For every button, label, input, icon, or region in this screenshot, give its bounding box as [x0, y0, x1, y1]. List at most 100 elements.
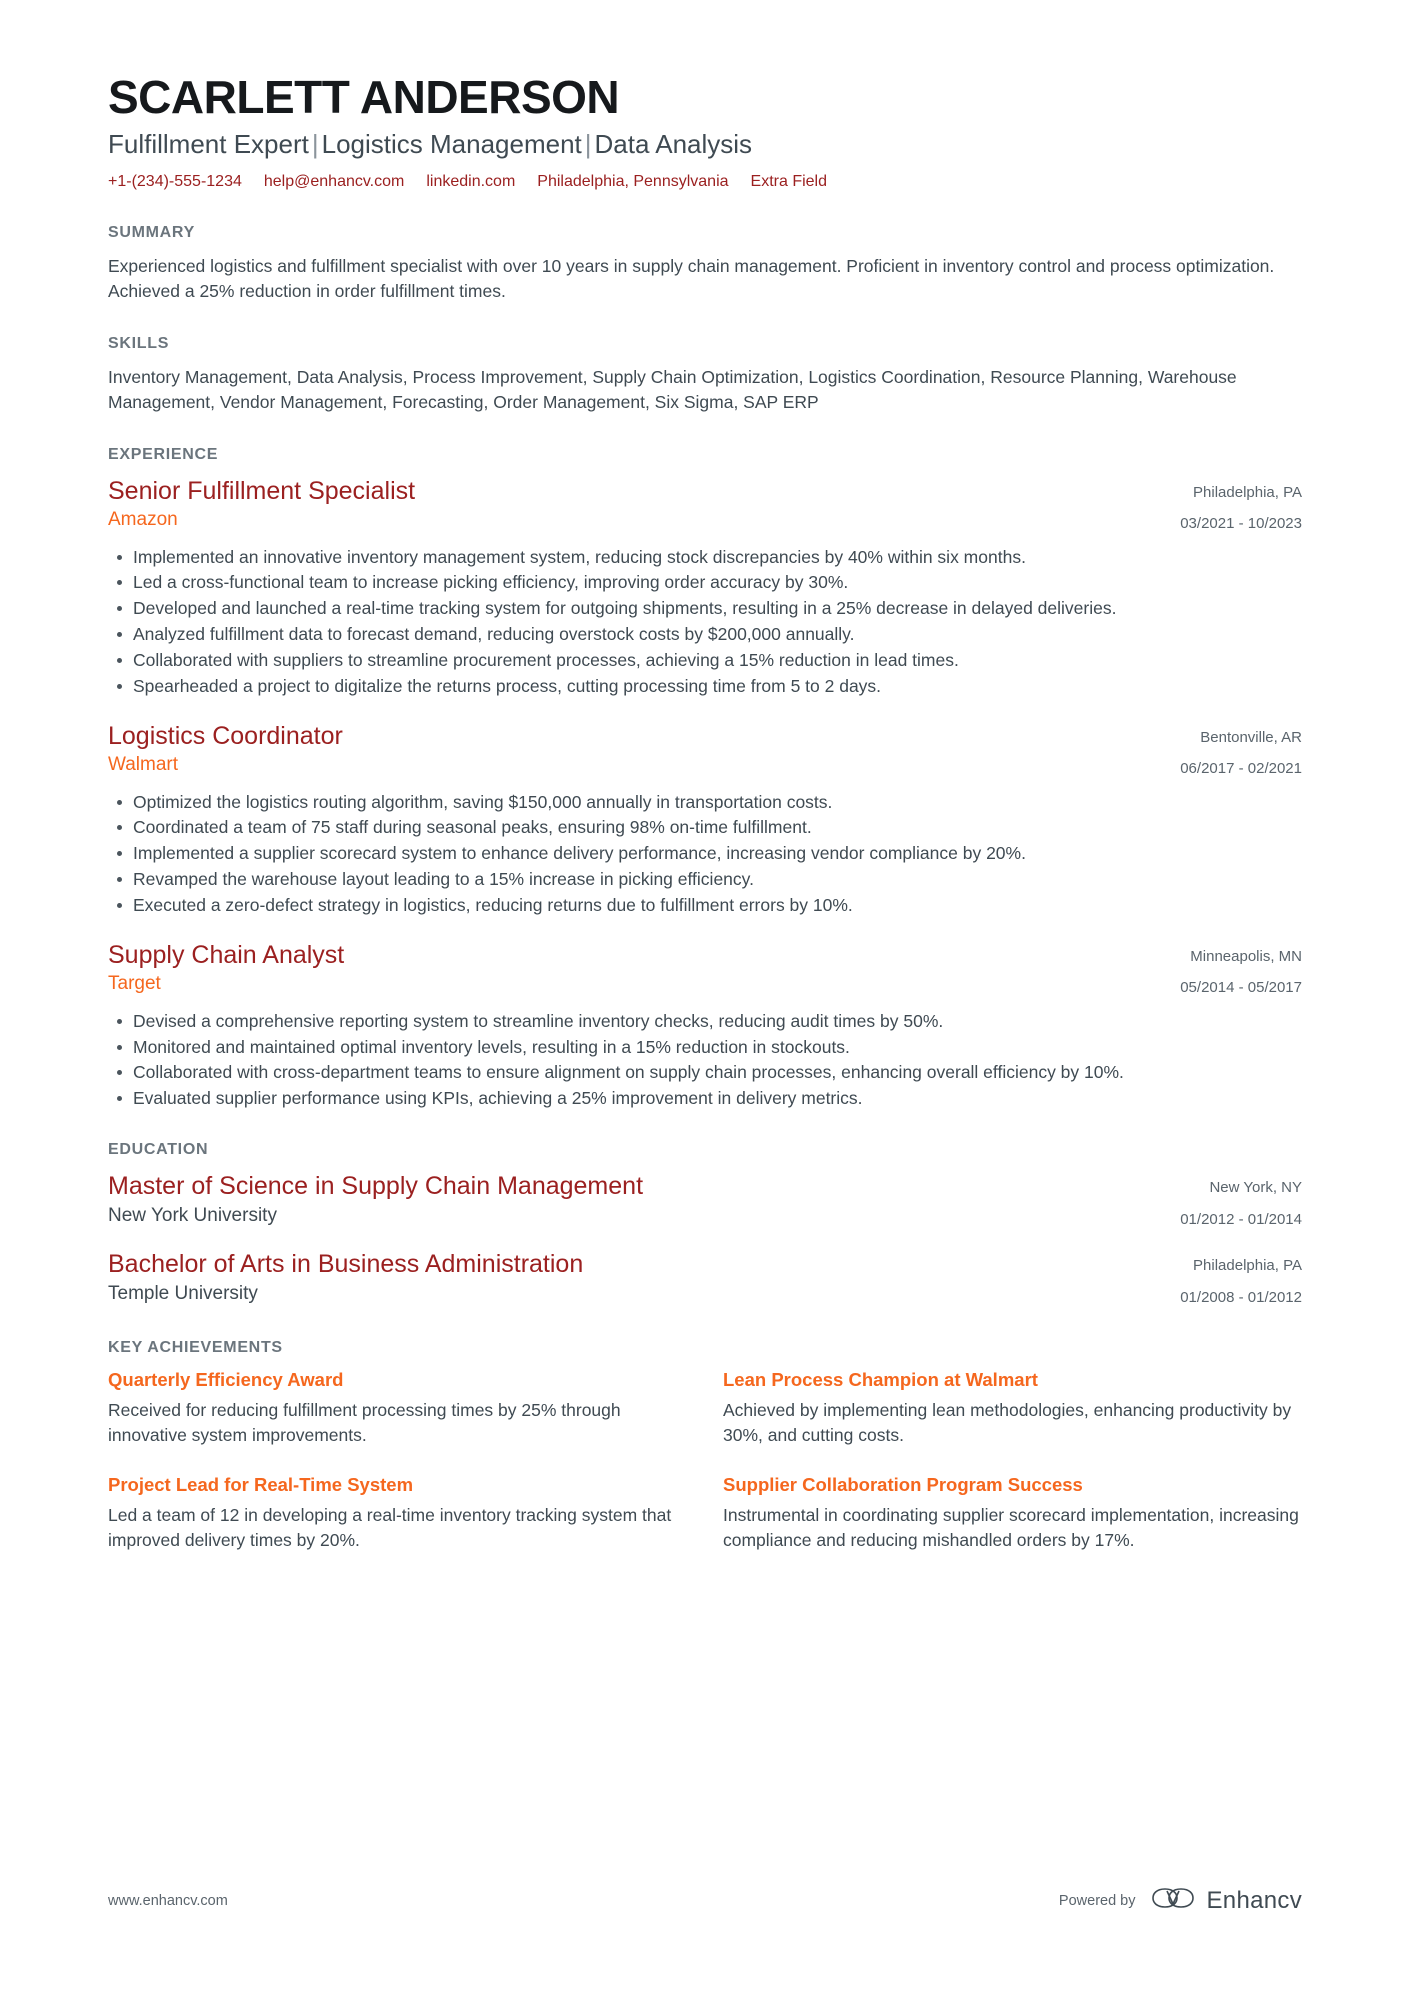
footer-brand-group: Powered by Enhancv	[1059, 1884, 1302, 1917]
experience-bullet: Evaluated supplier performance using KPI…	[108, 1086, 1302, 1111]
achievements-grid: Quarterly Efficiency Award Received for …	[108, 1369, 1302, 1553]
section-key-achievements: KEY ACHIEVEMENTS Quarterly Efficiency Aw…	[108, 1339, 1302, 1553]
education-school: Temple University	[108, 1283, 258, 1305]
achievement-title: Lean Process Champion at Walmart	[723, 1369, 1038, 1391]
experience-dates: 03/2021 - 10/2023	[1180, 515, 1302, 533]
skills-text: Inventory Management, Data Analysis, Pro…	[108, 366, 1237, 413]
experience-bullet: Devised a comprehensive reporting system…	[108, 1009, 1302, 1034]
section-title-skills: SKILLS	[108, 334, 170, 352]
achievement-description: Received for reducing fulfillment proces…	[108, 1400, 621, 1446]
headline-part-1: Logistics Management	[321, 128, 582, 159]
contact-extra-field: Extra Field	[750, 173, 827, 191]
headline-separator-icon: |	[311, 128, 319, 159]
education-entry: Bachelor of Arts in Business Administrat…	[108, 1249, 1302, 1309]
contact-phone[interactable]: +1-(234)-555-1234	[108, 170, 242, 194]
resume-header: SCARLETT ANDERSON Fulfillment Expert | Log…	[108, 71, 1302, 194]
achievement-title: Supplier Collaboration Program Success	[723, 1474, 1083, 1496]
experience-location: Philadelphia, PA	[1193, 483, 1302, 501]
experience-entry: Logistics Coordinator Walmart Bentonvill…	[108, 721, 1302, 918]
experience-bullet: Executed a zero-defect strategy in logis…	[108, 893, 1302, 918]
education-dates: 01/2008 - 01/2012	[1180, 1288, 1302, 1306]
experience-role: Logistics Coordinator	[108, 721, 343, 750]
section-title-summary: SUMMARY	[108, 224, 195, 242]
experience-bullet: Coordinated a team of 75 staff during se…	[108, 815, 1302, 840]
experience-entry-right: Minneapolis, MN 05/2014 - 05/2017	[1162, 940, 1302, 1000]
education-entry-left: Bachelor of Arts in Business Administrat…	[108, 1249, 1162, 1306]
achievement-description: Instrumental in coordinating supplier sc…	[723, 1505, 1299, 1551]
experience-dates: 06/2017 - 02/2021	[1180, 760, 1302, 778]
achievement-title: Quarterly Efficiency Award	[108, 1369, 344, 1391]
experience-entry-left: Senior Fulfillment Specialist Amazon	[108, 476, 1162, 532]
education-entry-right: Philadelphia, PA 01/2008 - 01/2012	[1162, 1249, 1302, 1309]
experience-entry-head: Senior Fulfillment Specialist Amazon Phi…	[108, 476, 1302, 536]
headline-separator-icon: |	[584, 128, 592, 159]
experience-entry: Senior Fulfillment Specialist Amazon Phi…	[108, 476, 1302, 699]
education-location: Philadelphia, PA	[1193, 1257, 1302, 1275]
enhancv-brand-name: Enhancv	[1206, 1886, 1302, 1914]
section-title-key-achievements: KEY ACHIEVEMENTS	[108, 1339, 283, 1357]
resume-footer: www.enhancv.com Powered by Enhancv	[108, 1884, 1302, 1917]
experience-entry-right: Bentonville, AR 06/2017 - 02/2021	[1162, 721, 1302, 781]
experience-entry-head: Supply Chain Analyst Target Minneapolis,…	[108, 940, 1302, 1000]
achievement-item: Supplier Collaboration Program Success I…	[723, 1474, 1302, 1553]
experience-bullet: Revamped the warehouse layout leading to…	[108, 867, 1302, 892]
achievement-item: Quarterly Efficiency Award Received for …	[108, 1369, 687, 1448]
candidate-headline: Fulfillment Expert | Logistics Management |…	[108, 128, 1302, 161]
contact-location: Philadelphia, Pennsylvania	[537, 173, 729, 191]
experience-company: Walmart	[108, 753, 179, 775]
experience-bullet: Led a cross-functional team to increase …	[108, 570, 1302, 595]
section-title-education: EDUCATION	[108, 1141, 209, 1159]
contact-row: +1-(234)-555-1234 help@enhancv.com linke…	[108, 170, 1302, 194]
section-title-experience: EXPERIENCE	[108, 445, 219, 463]
experience-bullet: Monitored and maintained optimal invento…	[108, 1035, 1302, 1060]
education-entry-head: Bachelor of Arts in Business Administrat…	[108, 1249, 1302, 1309]
experience-bullet-list: Implemented an innovative inventory mana…	[108, 545, 1302, 699]
powered-by-label: Powered by	[1058, 1892, 1136, 1909]
experience-entry: Supply Chain Analyst Target Minneapolis,…	[108, 940, 1302, 1111]
experience-location: Bentonville, AR	[1200, 728, 1302, 746]
enhancv-logo-icon	[1150, 1884, 1196, 1917]
resume-page: SCARLETT ANDERSON Fulfillment Expert | Log…	[0, 0, 1410, 1995]
experience-location: Minneapolis, MN	[1190, 947, 1302, 965]
section-education: EDUCATION Master of Science in Supply Ch…	[108, 1141, 1302, 1309]
contact-email[interactable]: help@enhancv.com	[264, 170, 404, 194]
education-entry-head: Master of Science in Supply Chain Manage…	[108, 1171, 1302, 1231]
experience-entry-left: Supply Chain Analyst Target	[108, 940, 1162, 996]
section-experience: EXPERIENCE Senior Fulfillment Specialist…	[108, 446, 1302, 1112]
experience-bullet: Developed and launched a real-time track…	[108, 596, 1302, 621]
education-dates: 01/2012 - 01/2014	[1180, 1210, 1302, 1228]
education-school: New York University	[108, 1205, 277, 1227]
headline-part-2: Data Analysis	[594, 128, 753, 159]
achievement-item: Project Lead for Real-Time System Led a …	[108, 1474, 687, 1553]
experience-company: Target	[108, 972, 161, 994]
headline-part-0: Fulfillment Expert	[108, 128, 309, 159]
experience-entry-right: Philadelphia, PA 03/2021 - 10/2023	[1162, 476, 1302, 536]
education-location: New York, NY	[1209, 1179, 1302, 1197]
achievement-title: Project Lead for Real-Time System	[108, 1474, 414, 1496]
education-entry-right: New York, NY 01/2012 - 01/2014	[1162, 1171, 1302, 1231]
experience-bullet: Collaborated with cross-department teams…	[108, 1060, 1302, 1085]
section-skills: SKILLS Inventory Management, Data Analys…	[108, 335, 1302, 416]
experience-bullet-list: Optimized the logistics routing algorith…	[108, 790, 1302, 918]
experience-bullet: Spearheaded a project to digitalize the …	[108, 674, 1302, 699]
footer-website-link[interactable]: www.enhancv.com	[108, 1893, 228, 1909]
experience-dates: 05/2014 - 05/2017	[1180, 979, 1302, 997]
education-degree: Master of Science in Supply Chain Manage…	[108, 1172, 644, 1201]
summary-text: Experienced logistics and fulfillment sp…	[108, 256, 1275, 302]
education-degree: Bachelor of Arts in Business Administrat…	[108, 1250, 584, 1279]
section-summary: SUMMARY Experienced logistics and fulfil…	[108, 224, 1302, 305]
enhancv-brand: Enhancv	[1150, 1884, 1303, 1917]
achievement-description: Achieved by implementing lean methodolog…	[723, 1400, 1292, 1446]
experience-bullet: Collaborated with suppliers to streamlin…	[108, 648, 1302, 673]
contact-linkedin[interactable]: linkedin.com	[426, 170, 515, 194]
experience-company: Amazon	[108, 508, 178, 530]
education-entry: Master of Science in Supply Chain Manage…	[108, 1171, 1302, 1231]
experience-bullet-list: Devised a comprehensive reporting system…	[108, 1009, 1302, 1111]
education-entry-left: Master of Science in Supply Chain Manage…	[108, 1171, 1162, 1228]
candidate-name: SCARLETT ANDERSON	[108, 71, 620, 123]
achievement-item: Lean Process Champion at Walmart Achieve…	[723, 1369, 1302, 1448]
experience-entry-head: Logistics Coordinator Walmart Bentonvill…	[108, 721, 1302, 781]
achievement-description: Led a team of 12 in developing a real-ti…	[108, 1505, 672, 1551]
experience-bullet: Implemented an innovative inventory mana…	[108, 545, 1302, 570]
experience-entry-left: Logistics Coordinator Walmart	[108, 721, 1162, 777]
